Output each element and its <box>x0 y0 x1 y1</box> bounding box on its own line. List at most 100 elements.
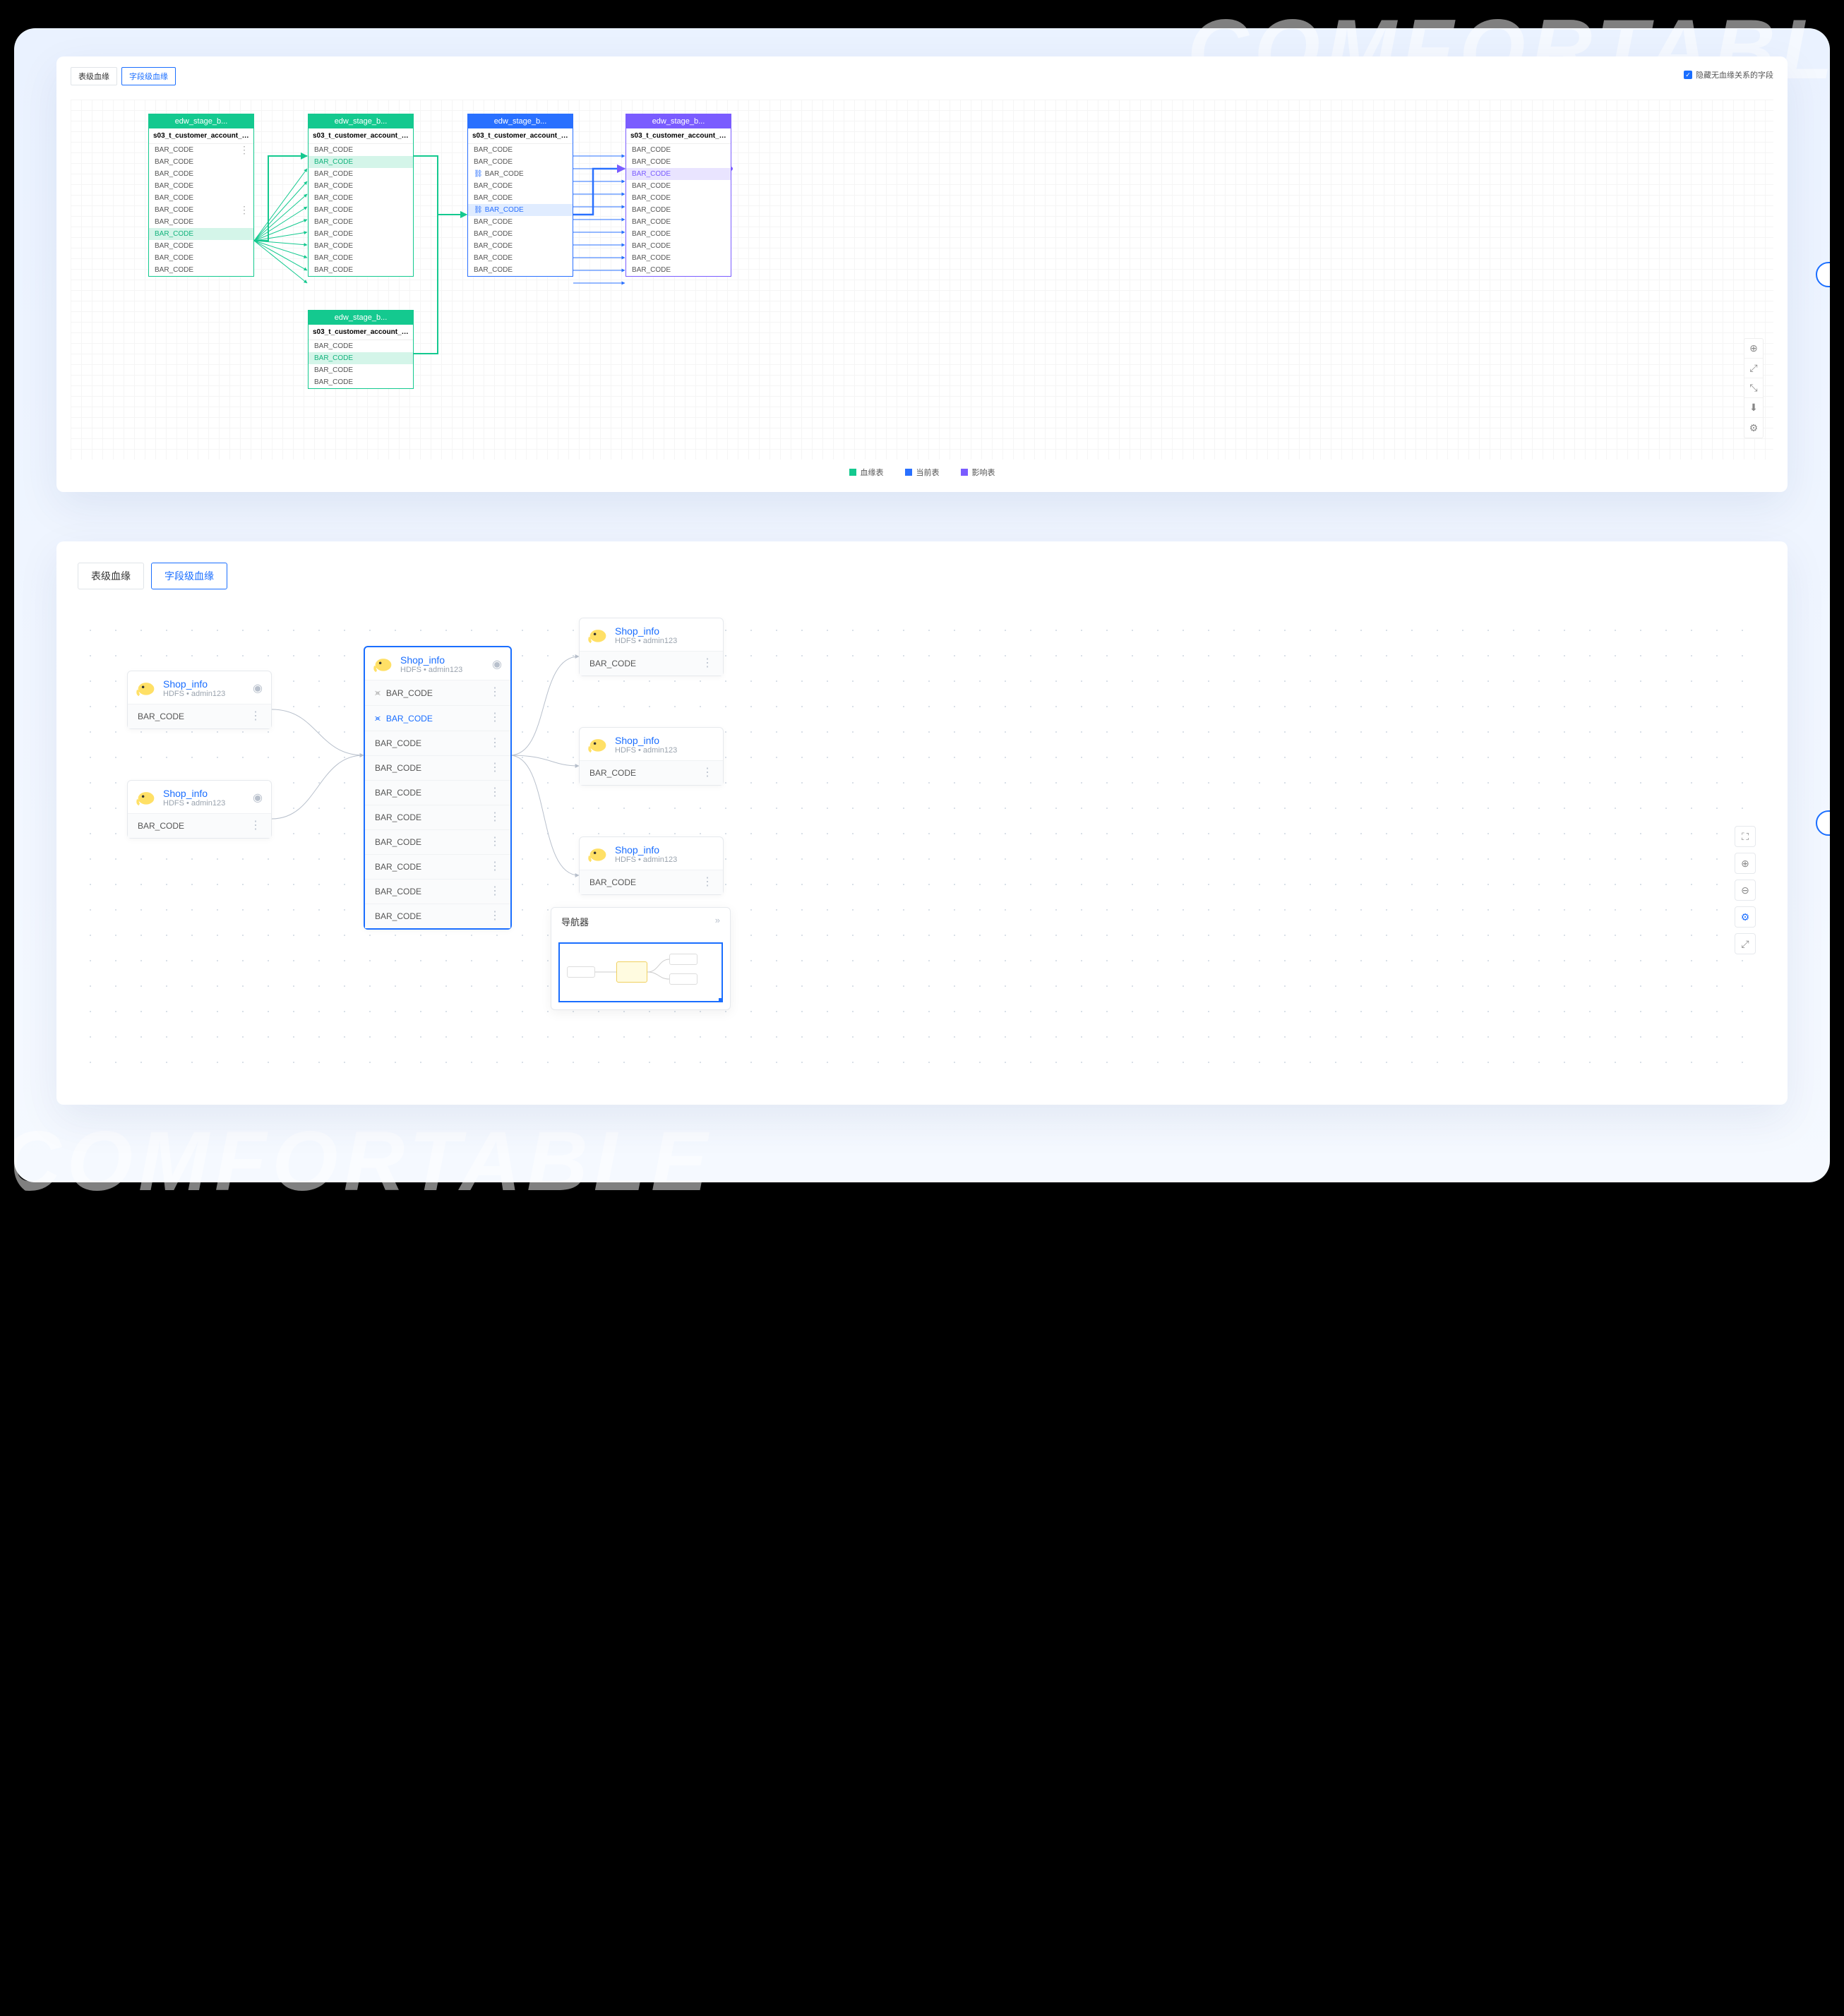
fullscreen-icon[interactable]: ⤢ <box>1735 933 1756 954</box>
field-row[interactable]: BAR_CODE <box>149 168 253 180</box>
more-icon[interactable]: ⋮ <box>239 208 249 212</box>
field-row[interactable]: ⪤BAR_CODE⋮ <box>365 680 510 705</box>
field-row[interactable]: BAR_CODE <box>309 192 413 204</box>
field-row[interactable]: BAR_CODE⋮ <box>365 805 510 829</box>
field-row[interactable]: BAR_CODE <box>149 240 253 252</box>
field-row[interactable]: BAR_CODE <box>468 264 573 276</box>
field-row-selected[interactable]: BAR_CODE <box>309 352 413 364</box>
more-icon[interactable]: ⋮ <box>489 742 501 745</box>
field-row[interactable]: BAR_CODE <box>468 144 573 156</box>
more-icon[interactable]: ⋮ <box>489 915 501 918</box>
field-row-selected[interactable]: ⛓BAR_CODE <box>468 204 573 216</box>
field-row[interactable]: BAR_CODE <box>309 204 413 216</box>
eye-icon[interactable]: ◉ <box>492 657 502 671</box>
zoom-out-icon[interactable]: ⊖ <box>1735 880 1756 901</box>
lineage-card-current[interactable]: Shop_infoHDFS • admin123 ◉ ⪤BAR_CODE⋮ ⪤B… <box>364 646 512 930</box>
field-row[interactable]: BAR_CODE <box>149 180 253 192</box>
field-row-selected[interactable]: BAR_CODE <box>149 228 253 240</box>
tab-table-lineage[interactable]: 表级血缘 <box>71 67 117 85</box>
field-row[interactable]: BAR_CODE <box>626 240 731 252</box>
field-row[interactable]: BAR_CODE <box>626 156 731 168</box>
eye-icon[interactable]: ◉ <box>253 681 263 695</box>
field-row[interactable]: BAR_CODE <box>309 180 413 192</box>
lineage-card-source-1[interactable]: Shop_infoHDFS • admin123 ◉ BAR_CODE⋮ <box>127 671 272 729</box>
more-icon[interactable]: ⋮ <box>489 691 501 695</box>
field-row[interactable]: BAR_CODE⋮ <box>128 704 271 728</box>
new-lineage-canvas[interactable]: Shop_infoHDFS • admin123 ◉ BAR_CODE⋮ Sho… <box>78 618 1766 1069</box>
more-icon[interactable]: ⋮ <box>489 767 501 770</box>
field-row[interactable]: BAR_CODE <box>468 192 573 204</box>
field-row[interactable]: BAR_CODE <box>309 364 413 376</box>
field-row-selected[interactable]: BAR_CODE <box>626 168 731 180</box>
lineage-card-target-1[interactable]: Shop_infoHDFS • admin123 BAR_CODE⋮ <box>579 618 724 676</box>
field-row[interactable]: BAR_CODE <box>149 192 253 204</box>
more-icon[interactable]: ⋮ <box>702 881 713 884</box>
download-icon[interactable]: ⬇ <box>1744 398 1763 418</box>
field-row[interactable]: BAR_CODE <box>468 180 573 192</box>
field-row[interactable]: BAR_CODE <box>626 204 731 216</box>
more-icon[interactable]: ⋮ <box>250 824 261 828</box>
more-icon[interactable]: ⋮ <box>489 865 501 869</box>
lineage-card-target-2[interactable]: Shop_infoHDFS • admin123 BAR_CODE⋮ <box>579 727 724 786</box>
field-row[interactable]: BAR_CODE⋮ <box>365 854 510 879</box>
field-row[interactable]: BAR_CODE <box>626 180 731 192</box>
settings-icon[interactable]: ⚙ <box>1735 906 1756 928</box>
settings-icon[interactable]: ⚙ <box>1744 418 1763 438</box>
field-row[interactable]: BAR_CODE <box>149 216 253 228</box>
field-row[interactable]: BAR_CODE⋮ <box>149 144 253 156</box>
field-row[interactable]: BAR_CODE⋮ <box>365 755 510 780</box>
old-lineage-canvas[interactable]: edw_stage_b... s03_t_customer_account_in… <box>71 100 1773 460</box>
zoom-out-icon[interactable]: ⤡ <box>1744 378 1763 398</box>
field-row[interactable]: BAR_CODE <box>468 240 573 252</box>
field-row[interactable]: BAR_CODE⋮ <box>365 879 510 904</box>
field-row[interactable]: BAR_CODE <box>309 144 413 156</box>
field-row[interactable]: BAR_CODE⋮ <box>365 829 510 854</box>
zoom-in-icon[interactable]: ⊕ <box>1735 853 1756 874</box>
field-row[interactable]: BAR_CODE <box>626 144 731 156</box>
zoom-fit-icon[interactable]: ⊕ <box>1744 339 1763 359</box>
field-row[interactable]: BAR_CODE⋮ <box>580 651 723 676</box>
more-icon[interactable]: ⋮ <box>489 816 501 820</box>
field-row[interactable]: BAR_CODE⋮ <box>580 870 723 894</box>
tab-table-lineage-new[interactable]: 表级血缘 <box>78 563 144 589</box>
lineage-table-current[interactable]: edw_stage_b... s03_t_customer_account_in… <box>467 114 573 277</box>
field-row[interactable]: BAR_CODE <box>309 264 413 276</box>
field-row[interactable]: BAR_CODE⋮ <box>128 813 271 838</box>
field-row-selected[interactable]: BAR_CODE <box>309 156 413 168</box>
field-row[interactable]: BAR_CODE <box>468 216 573 228</box>
zoom-in-icon[interactable]: ⤢ <box>1744 359 1763 378</box>
lineage-card-source-2[interactable]: Shop_infoHDFS • admin123 ◉ BAR_CODE⋮ <box>127 780 272 839</box>
lineage-table-source-2[interactable]: edw_stage_b... s03_t_customer_account_in… <box>308 114 414 277</box>
field-row[interactable]: BAR_CODE <box>309 228 413 240</box>
more-icon[interactable]: ⋮ <box>702 662 713 666</box>
more-icon[interactable]: ⋮ <box>489 716 501 720</box>
lineage-table-impact[interactable]: edw_stage_b... s03_t_customer_account_in… <box>625 114 731 277</box>
field-row[interactable]: BAR_CODE⋮ <box>365 904 510 928</box>
field-row[interactable]: BAR_CODE⋮ <box>580 760 723 785</box>
field-row[interactable]: BAR_CODE <box>626 264 731 276</box>
field-row[interactable]: BAR_CODE⋮ <box>365 780 510 805</box>
lineage-card-target-3[interactable]: Shop_infoHDFS • admin123 BAR_CODE⋮ <box>579 836 724 895</box>
more-icon[interactable]: ⋮ <box>489 791 501 795</box>
more-icon[interactable]: ⋮ <box>489 841 501 844</box>
field-row[interactable]: BAR_CODE <box>309 216 413 228</box>
lineage-table-source-1[interactable]: edw_stage_b... s03_t_customer_account_in… <box>148 114 254 277</box>
tab-field-lineage[interactable]: 字段级血缘 <box>121 67 176 85</box>
resize-handle-icon[interactable] <box>719 998 723 1002</box>
field-row[interactable]: ⛓BAR_CODE <box>468 168 573 180</box>
field-row[interactable]: BAR_CODE⋮ <box>365 731 510 755</box>
field-row[interactable]: BAR_CODE <box>309 240 413 252</box>
field-row[interactable]: BAR_CODE <box>626 228 731 240</box>
fit-view-icon[interactable]: ⛶ <box>1735 826 1756 847</box>
field-row[interactable]: BAR_CODE <box>468 252 573 264</box>
navigator[interactable]: 导航器 » <box>551 907 731 1010</box>
field-row[interactable]: BAR_CODE <box>309 168 413 180</box>
more-icon[interactable]: ⋮ <box>250 715 261 719</box>
more-icon[interactable]: ⋮ <box>239 148 249 152</box>
field-row[interactable]: BAR_CODE <box>149 156 253 168</box>
eye-icon[interactable]: ◉ <box>253 791 263 805</box>
tab-field-lineage-new[interactable]: 字段级血缘 <box>151 563 227 589</box>
lineage-table-source-3[interactable]: edw_stage_b... s03_t_customer_account_in… <box>308 310 414 389</box>
field-row[interactable]: BAR_CODE <box>626 216 731 228</box>
more-icon[interactable]: ⋮ <box>489 890 501 894</box>
